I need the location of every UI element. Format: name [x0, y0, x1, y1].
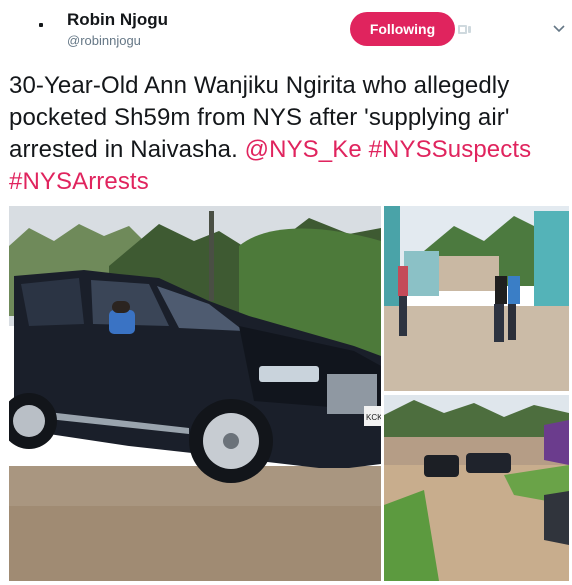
hashtag-link[interactable]: #NYSArrests	[9, 168, 149, 195]
following-button[interactable]: Following	[350, 12, 455, 46]
mention-link[interactable]: @NYS_Ke	[245, 136, 362, 163]
media-grid: KCK	[9, 206, 569, 581]
avatar[interactable]	[14, 8, 58, 52]
following-button-label: Following	[369, 21, 436, 37]
photo-compound[interactable]	[384, 206, 569, 391]
user-handle[interactable]: @robinnjogu	[67, 33, 141, 48]
display-name[interactable]: Robin Njogu	[67, 10, 168, 30]
chevron-down-icon[interactable]	[553, 25, 565, 33]
photo-driveway[interactable]	[384, 395, 569, 581]
photo-car[interactable]: KCK	[9, 206, 381, 581]
license-plate-text: KCK	[366, 413, 381, 422]
hashtag-link[interactable]: #NYSSuspects	[369, 136, 532, 163]
tweet-text: 30-Year-Old Ann Wanjiku Ngirita who alle…	[9, 70, 565, 198]
avatar-dot	[39, 23, 43, 27]
bell-icon[interactable]	[458, 24, 472, 35]
